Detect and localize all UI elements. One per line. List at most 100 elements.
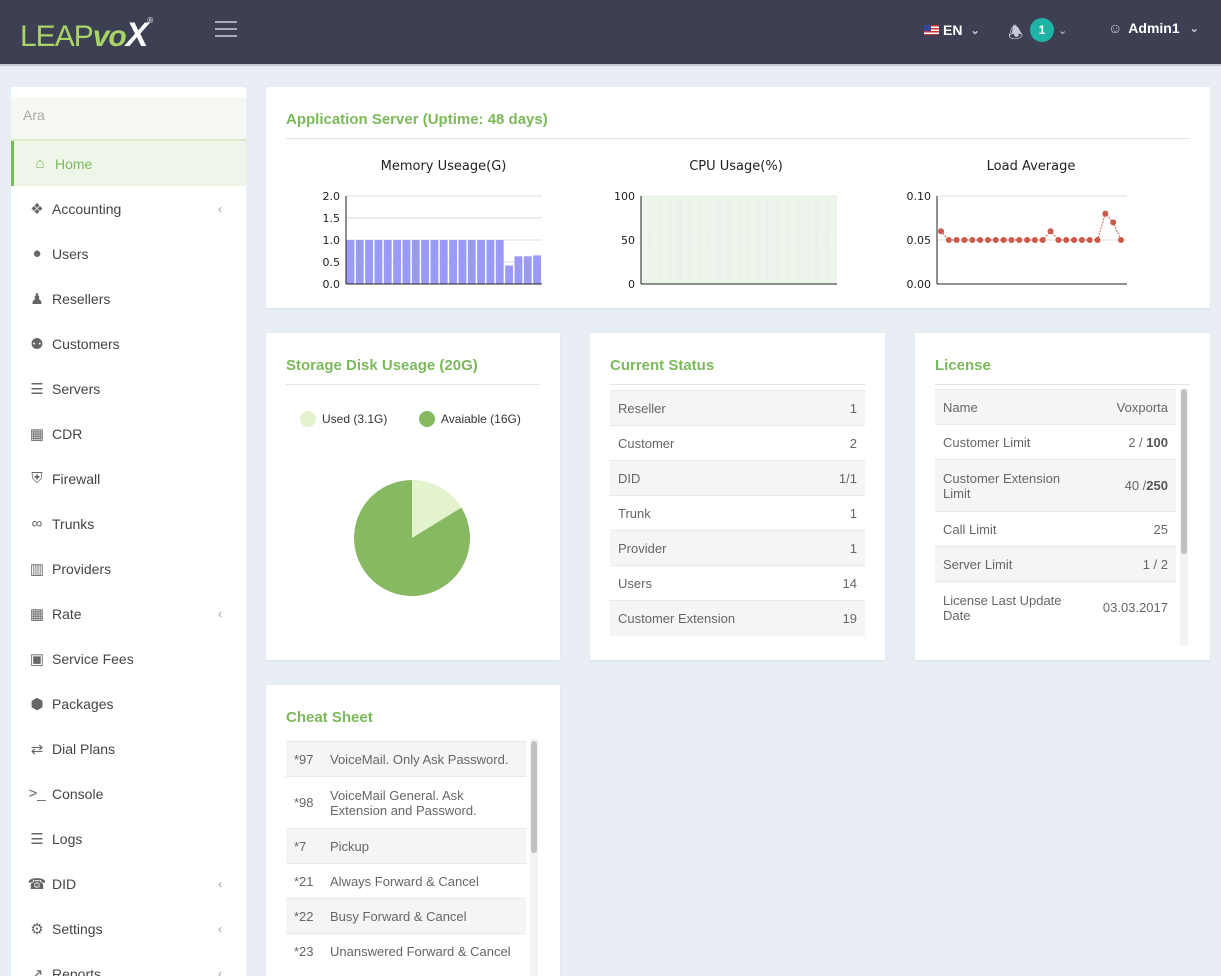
legend-available[interactable]: Avaiable (16G) xyxy=(419,411,521,427)
chevron-down-icon: ⌄ xyxy=(1189,22,1199,35)
table-row: *7 Pickup xyxy=(286,828,526,864)
bar xyxy=(719,195,729,285)
data-point xyxy=(1031,237,1038,243)
table-row: *97 VoiceMail. Only Ask Password. xyxy=(286,741,526,777)
cheat-desc: Always Forward & Cancel xyxy=(322,863,526,899)
sidebar-item-logs[interactable]: ☰ Logs xyxy=(11,816,246,861)
sidebar-item-customers[interactable]: ⚉ Customers xyxy=(11,321,246,366)
license-scrollbar-thumb[interactable] xyxy=(1181,389,1187,554)
table-row: Provider 1 xyxy=(610,530,865,566)
sidebar-item-servers[interactable]: ☰ Servers xyxy=(11,366,246,411)
sidebar-item-settings[interactable]: ⚙ Settings ‹ xyxy=(11,906,246,951)
y-tick-label: 0 xyxy=(628,278,635,291)
link-icon: ∞ xyxy=(31,515,43,532)
sidebar-item-reports[interactable]: ↗ Reports ‹ xyxy=(11,951,246,976)
bar xyxy=(477,240,485,284)
bar xyxy=(346,240,355,284)
license-card: License Name Voxporta Customer Limit 2 / 10… xyxy=(915,333,1210,660)
bell-icon[interactable]: 🕭 xyxy=(1008,20,1023,49)
sidebar-item-label: Accounting xyxy=(52,200,122,217)
legend-used[interactable]: Used (3.1G) xyxy=(300,411,387,427)
y-tick-label: 0.10 xyxy=(907,190,932,203)
sidebar-item-label: Resellers xyxy=(52,290,111,307)
home-icon: ⌂ xyxy=(35,155,45,172)
sidebar-item-rate[interactable]: ▦ Rate ‹ xyxy=(11,591,246,636)
bar xyxy=(393,240,401,284)
sidebar-item-trunks[interactable]: ∞ Trunks xyxy=(11,501,246,546)
status-value: 2 xyxy=(813,425,865,461)
sidebar-item-providers[interactable]: ▥ Providers xyxy=(11,546,246,591)
chevron-down-icon[interactable]: ⌄ xyxy=(1058,24,1067,37)
divider xyxy=(286,384,540,385)
memory-chart-title: Memory Useage(G) xyxy=(380,159,507,174)
server-icon: ☰ xyxy=(30,380,44,398)
load-chart: 0.00 0.05 0.10 xyxy=(907,190,1127,291)
menu-toggle-button[interactable] xyxy=(215,21,237,39)
status-label: Customer Extension xyxy=(610,600,813,636)
bar xyxy=(778,195,788,285)
table-row: Customer Extension 19 xyxy=(610,600,865,636)
sidebar-item-service-fees[interactable]: ▣ Service Fees xyxy=(11,636,246,681)
sidebar-item-packages[interactable]: ⬢ Packages xyxy=(11,681,246,726)
logo[interactable]: LEAPvoX® xyxy=(20,16,153,55)
cheat-code: *98 xyxy=(286,776,322,829)
language-selector[interactable]: EN ⌄ xyxy=(924,22,980,38)
calculator-icon: ▦ xyxy=(29,425,45,443)
bar xyxy=(495,240,504,284)
app-server-card: Application Server (Uptime: 48 days) Mem… xyxy=(266,87,1210,308)
terminal-icon: >_ xyxy=(28,785,46,802)
us-flag-icon xyxy=(924,25,939,35)
y-tick-label: 50 xyxy=(621,234,635,247)
data-point xyxy=(1094,237,1101,243)
sidebar-item-did[interactable]: ☎ DID ‹ xyxy=(11,861,246,906)
chevron-down-icon: ⌄ xyxy=(970,24,980,37)
notification-badge[interactable]: 1 xyxy=(1030,18,1054,42)
bar xyxy=(374,240,383,284)
license-scrollbar[interactable] xyxy=(1180,389,1188,645)
license-value-limit: 100 xyxy=(1146,434,1168,450)
sidebar-item-dial-plans[interactable]: ⇄ Dial Plans xyxy=(11,726,246,771)
load-chart-title: Load Average xyxy=(986,159,1076,174)
sidebar-item-home[interactable]: ⌂ Home xyxy=(11,141,246,186)
license-value: 2 / 100 xyxy=(1094,424,1176,460)
user-outline-icon: ☺ xyxy=(1108,20,1123,36)
sidebar-menu: ⌂ Home ❖ Accounting ‹ ● Users ♟ Resellers ⚉ Custom… xyxy=(11,141,246,976)
cheat-sheet-scrollbar[interactable] xyxy=(530,739,538,976)
sidebar-search-input[interactable]: Ara xyxy=(11,97,246,141)
data-point xyxy=(1063,237,1070,243)
table-icon: ▦ xyxy=(29,605,45,623)
cheat-sheet-card: Cheat Sheet *97 VoiceMail. Only Ask Passw… xyxy=(266,685,560,976)
bar xyxy=(827,195,837,285)
user-menu[interactable]: ☺ Admin1 ⌄ xyxy=(1108,20,1199,36)
sidebar-item-label: Trunks xyxy=(52,515,95,532)
data-point xyxy=(1047,228,1054,235)
sidebar-item-accounting[interactable]: ❖ Accounting ‹ xyxy=(11,186,246,231)
sidebar-item-console[interactable]: >_ Console xyxy=(11,771,246,816)
license-value: Voxporta xyxy=(1094,389,1176,425)
y-tick-label: 0.0 xyxy=(323,278,341,291)
sidebar-item-label: Customers xyxy=(52,335,120,352)
sidebar-item-resellers[interactable]: ♟ Resellers xyxy=(11,276,246,321)
sidebar-item-label: Rate xyxy=(52,605,82,622)
y-tick-label: 0.5 xyxy=(323,256,341,269)
license-label: Customer Limit xyxy=(935,424,1095,460)
current-status-title: Current Status xyxy=(610,357,715,374)
bar xyxy=(355,240,364,284)
sidebar-item-firewall[interactable]: ⛨ Firewall xyxy=(11,456,246,501)
sidebar-item-users[interactable]: ● Users xyxy=(11,231,246,276)
cheat-code: *21 xyxy=(286,863,322,899)
table-row: Customer Limit 2 / 100 xyxy=(935,424,1176,460)
y-tick-label: 0.00 xyxy=(907,278,932,291)
table-row: Reseller 1 xyxy=(610,390,865,426)
y-tick-label: 0.05 xyxy=(907,234,932,247)
cheat-sheet-scrollbar-thumb[interactable] xyxy=(531,741,537,853)
status-label: Customer xyxy=(610,425,813,461)
cheat-desc: Unanswered Forward & Cancel xyxy=(322,933,526,969)
table-row: License Last Update Date 03.03.2017 xyxy=(935,581,1176,634)
bar xyxy=(514,256,523,284)
status-label: Users xyxy=(610,565,813,601)
sidebar-item-cdr[interactable]: ▦ CDR xyxy=(11,411,246,456)
table-row: Server Limit 1 / 2 xyxy=(935,546,1176,582)
bar xyxy=(449,240,457,284)
bar xyxy=(421,240,429,284)
